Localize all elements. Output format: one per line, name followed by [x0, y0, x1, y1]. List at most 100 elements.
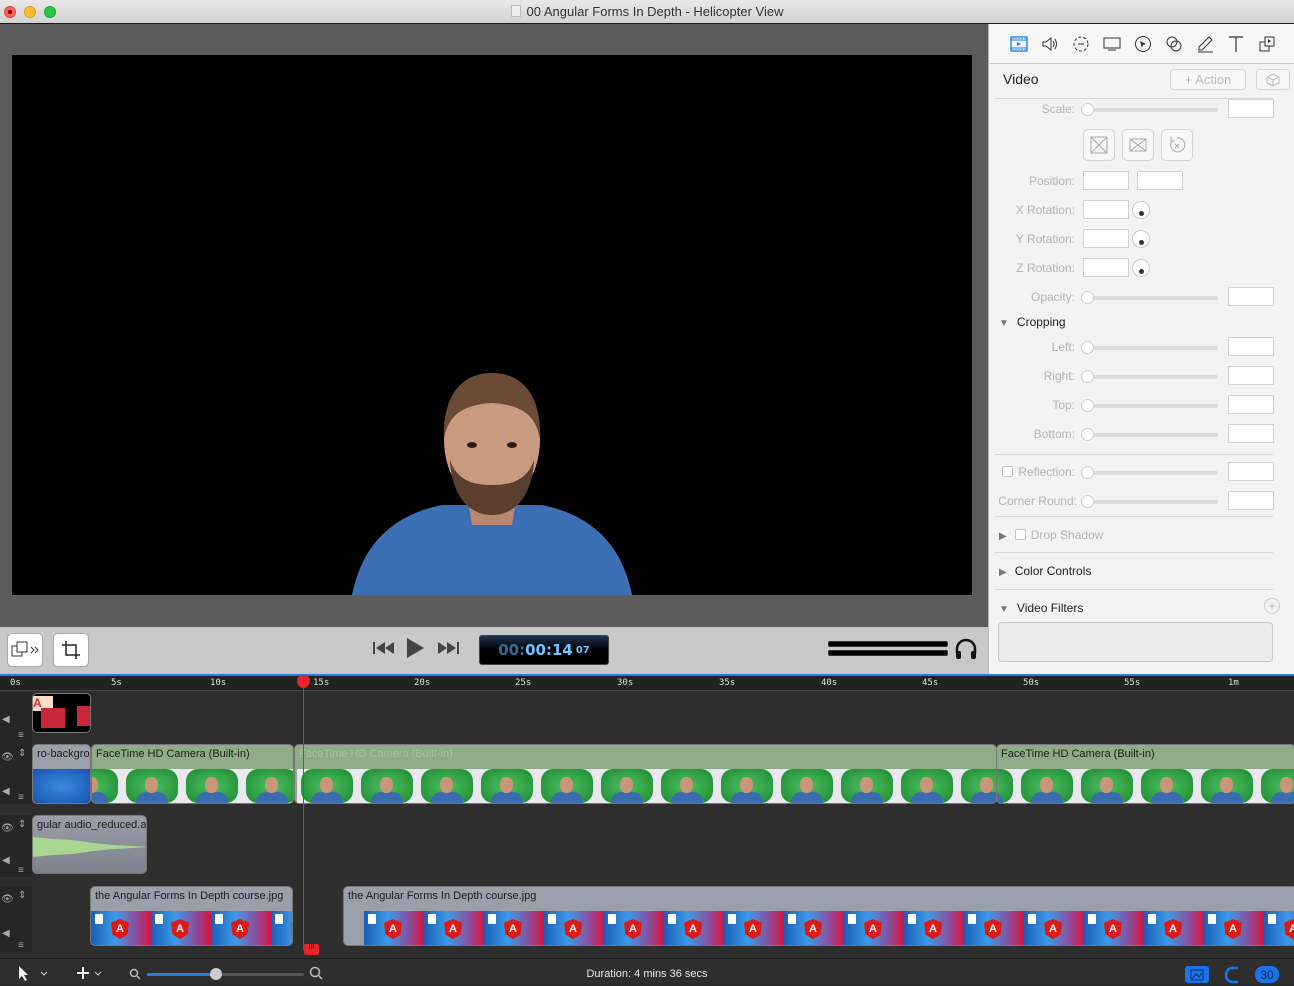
canvas-area[interactable]: [0, 24, 988, 627]
separator: [995, 516, 1273, 517]
opacity-slider[interactable]: [1081, 291, 1218, 304]
headphones-button[interactable]: [954, 637, 978, 666]
fps-button[interactable]: 30: [1255, 966, 1279, 983]
corner-round-input[interactable]: [1228, 491, 1274, 510]
angular-thumbnail: A: [724, 911, 784, 945]
track-menu-icon[interactable]: ≡: [18, 940, 24, 951]
x-rotation-input[interactable]: [1083, 200, 1129, 219]
tab-text[interactable]: [1225, 33, 1247, 55]
crop-right-input[interactable]: [1228, 366, 1274, 385]
tab-video-properties[interactable]: [1008, 33, 1030, 55]
track-menu-icon[interactable]: ≡: [18, 792, 24, 803]
timeline[interactable]: 0s 5s 10s 15s 20s 25s 30s 35s 40s 45s 50…: [0, 674, 1294, 959]
reorder-arrows-icon[interactable]: ⇕: [18, 819, 26, 830]
camera-thumbnail: [92, 769, 122, 803]
position-x-input[interactable]: [1083, 171, 1129, 190]
z-rotation-input[interactable]: [1083, 258, 1129, 277]
tab-media-library[interactable]: [1256, 33, 1278, 55]
x-rotation-dial[interactable]: [1132, 201, 1150, 219]
z-rotation-dial[interactable]: [1132, 259, 1150, 277]
camera-thumbnail: [537, 769, 597, 803]
speaker-icon[interactable]: ◀: [2, 714, 10, 725]
track-menu-icon[interactable]: ≡: [18, 730, 24, 741]
timeline-ruler[interactable]: 0s 5s 10s 15s 20s 25s 30s 35s 40s 45s 50…: [0, 676, 1294, 691]
track-menu-icon[interactable]: ≡: [18, 865, 24, 876]
corner-round-slider[interactable]: [1081, 495, 1218, 508]
position-y-input[interactable]: [1137, 171, 1183, 190]
intro-clip[interactable]: A: [32, 693, 91, 733]
tab-pencil[interactable]: [1194, 33, 1216, 55]
image-clip[interactable]: the Angular Forms In Depth course.jpg AA…: [90, 886, 293, 946]
camera-clip[interactable]: FaceTime HD Camera (Built-in): [294, 744, 997, 804]
crop-button[interactable]: [53, 633, 89, 667]
crop-left-slider[interactable]: [1081, 341, 1218, 354]
camera-thumbnail: [837, 769, 897, 803]
video-preview[interactable]: [12, 55, 972, 595]
reflection-checkbox[interactable]: [1002, 466, 1014, 477]
crop-left-input[interactable]: [1228, 337, 1274, 356]
reflection-slider[interactable]: [1081, 466, 1218, 479]
tab-callouts[interactable]: [1101, 33, 1123, 55]
speaker-icon[interactable]: ◀: [2, 855, 10, 866]
audio-clip[interactable]: gular audio_reduced.ai: [32, 815, 147, 874]
tab-screen-recording[interactable]: [1070, 33, 1092, 55]
fit-icon: [1090, 136, 1108, 154]
tab-annotations[interactable]: [1163, 33, 1185, 55]
color-controls-section-toggle[interactable]: ▶ Color Controls: [999, 564, 1091, 578]
rewind-button[interactable]: [372, 639, 396, 662]
separator: [995, 454, 1273, 455]
play-button[interactable]: [404, 636, 426, 666]
scale-input[interactable]: [1228, 99, 1274, 118]
clip-title: ro-backgrou: [37, 748, 90, 760]
image-clip[interactable]: the Angular Forms In Depth course.jpg AA…: [343, 886, 1294, 946]
camera-clip[interactable]: FaceTime HD Camera (Built-in): [91, 744, 294, 804]
background-clip[interactable]: ro-backgrou: [32, 744, 91, 804]
y-rotation-input[interactable]: [1083, 229, 1129, 248]
visibility-eye-icon[interactable]: 👁: [1, 894, 14, 905]
y-rotation-label: Y Rotation:: [1015, 232, 1075, 246]
add-action-button[interactable]: + Action: [1170, 69, 1246, 90]
angular-thumbnail: A: [844, 911, 904, 945]
playhead-line[interactable]: [303, 674, 304, 950]
video-filters-section-toggle[interactable]: ▼ Video Filters: [999, 601, 1083, 615]
crop-top-slider[interactable]: [1081, 399, 1218, 412]
drop-shadow-section-toggle[interactable]: ▶ Drop Shadow: [999, 528, 1103, 542]
fast-forward-button[interactable]: [436, 639, 460, 662]
visibility-eye-icon[interactable]: 👁: [1, 752, 14, 763]
crop-top-input[interactable]: [1228, 395, 1274, 414]
visibility-eye-icon[interactable]: 👁: [1, 823, 14, 834]
crop-bottom-slider[interactable]: [1081, 428, 1218, 441]
reorder-arrows-icon[interactable]: ⇕: [18, 890, 26, 901]
media-library-icon: [1259, 36, 1275, 52]
y-rotation-dial[interactable]: [1132, 230, 1150, 248]
crop-right-slider[interactable]: [1081, 370, 1218, 383]
scale-slider[interactable]: [1081, 103, 1218, 116]
crop-bottom-input[interactable]: [1228, 424, 1274, 443]
timecode-display[interactable]: 00: 00:14 07: [479, 635, 609, 665]
angular-thumbnail: A: [1144, 911, 1204, 945]
speaker-icon[interactable]: ◀: [2, 928, 10, 939]
add-filter-button[interactable]: +: [1264, 598, 1280, 614]
clip-thumbnails: AAAAAAAAAAAAAAAA: [344, 911, 1294, 945]
speaker-icon[interactable]: ◀: [2, 786, 10, 797]
camera-clip[interactable]: FaceTime HD Camera (Built-in): [996, 744, 1294, 804]
reflection-input[interactable]: [1228, 462, 1274, 481]
drop-shadow-checkbox[interactable]: [1014, 529, 1026, 540]
reset-rotation-button[interactable]: [1161, 129, 1193, 161]
cropping-section-toggle[interactable]: ▼ Cropping: [999, 315, 1066, 329]
thumbnails-toggle-button[interactable]: [1185, 966, 1209, 983]
ruler-tick: 50s: [1023, 678, 1040, 688]
fit-button[interactable]: [1083, 129, 1115, 161]
fill-button[interactable]: [1122, 129, 1154, 161]
playhead-end-handle[interactable]: III: [304, 944, 319, 955]
reorder-arrows-icon[interactable]: ⇕: [18, 748, 26, 759]
ruler-tick: 45s: [922, 678, 939, 688]
track-2-controls: 👁 ⇕ ◀ ≡: [0, 744, 32, 804]
tab-audio-properties[interactable]: [1039, 33, 1061, 55]
snapping-toggle-button[interactable]: [1222, 966, 1242, 983]
3d-button[interactable]: [1256, 69, 1290, 90]
video-filters-list[interactable]: [998, 622, 1273, 662]
canvas-options-button[interactable]: [7, 633, 43, 667]
tab-cursor[interactable]: [1132, 33, 1154, 55]
opacity-input[interactable]: [1228, 287, 1274, 306]
